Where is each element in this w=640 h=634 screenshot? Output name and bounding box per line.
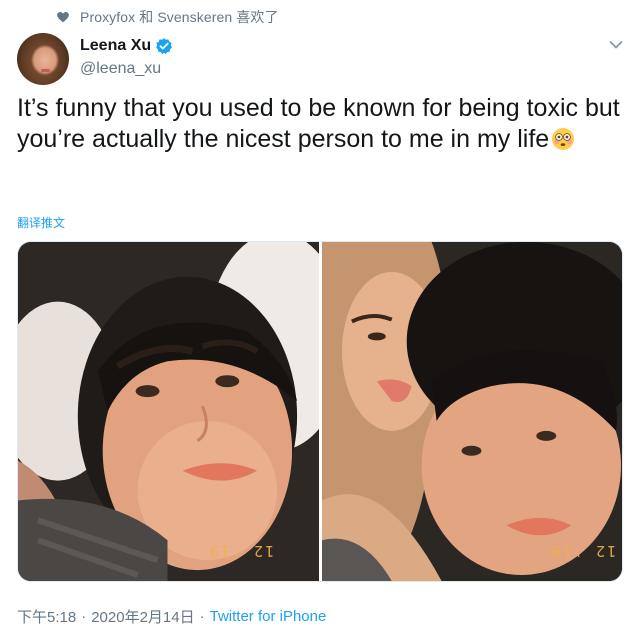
meta-separator-2: · bbox=[199, 608, 205, 625]
tweet-body: It’s funny that you used to be known for… bbox=[17, 94, 620, 153]
photo-left-image bbox=[18, 242, 319, 581]
avatar[interactable] bbox=[17, 33, 69, 85]
author-display-name[interactable]: Leena Xu bbox=[80, 37, 151, 55]
flushed-face-emoji-icon bbox=[552, 128, 575, 150]
photo-right[interactable]: 12 '19 bbox=[322, 242, 622, 581]
photo-right-image bbox=[322, 242, 622, 581]
verified-badge-icon bbox=[156, 38, 173, 55]
heart-icon bbox=[57, 12, 69, 23]
translate-tweet-link[interactable]: 翻译推文 bbox=[17, 214, 65, 231]
author-handle[interactable]: @leena_xu bbox=[80, 60, 161, 78]
tweet-time[interactable]: 下午5:18 bbox=[17, 606, 76, 627]
photo-left-date-stamp: 12 '19 bbox=[208, 542, 275, 560]
media-gallery[interactable]: 12 '19 12 '19 bbox=[17, 241, 623, 582]
meta-separator: · bbox=[81, 608, 87, 625]
avatar-lip bbox=[41, 69, 50, 72]
photo-right-date-stamp: 12 '19 bbox=[550, 542, 617, 560]
tweet-source-link[interactable]: Twitter for iPhone bbox=[210, 608, 327, 625]
tweet-date[interactable]: 2020年2月14日 bbox=[91, 606, 194, 627]
tweet-metadata: 下午5:18 · 2020年2月14日 · Twitter for iPhone bbox=[17, 606, 326, 627]
social-context-label[interactable]: Proxyfox 和 Svenskeren 喜欢了 bbox=[80, 7, 279, 27]
author-name-row[interactable]: Leena Xu bbox=[80, 37, 173, 55]
chevron-down-icon[interactable] bbox=[609, 40, 623, 50]
tweet-text: It’s funny that you used to be known for… bbox=[17, 93, 627, 155]
photo-left[interactable]: 12 '19 bbox=[18, 242, 319, 581]
social-context: Proxyfox 和 Svenskeren 喜欢了 bbox=[56, 7, 279, 27]
